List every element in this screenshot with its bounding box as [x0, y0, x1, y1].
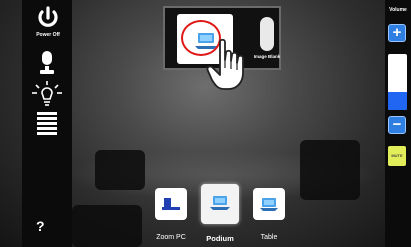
volume-up-button[interactable]: + — [388, 24, 406, 42]
source-table-button[interactable] — [253, 188, 285, 220]
source-podium-button[interactable] — [201, 184, 239, 224]
source-table-label: Table — [260, 234, 278, 241]
light-bulb-icon[interactable] — [31, 80, 63, 108]
power-off-label: Power Off — [36, 32, 60, 38]
window-shades-icon[interactable] — [37, 112, 57, 138]
zoom-pc-icon — [162, 198, 180, 210]
laptop-icon — [210, 196, 230, 210]
chair-silhouette — [72, 205, 142, 247]
left-sidebar: Power Off ? — [22, 0, 72, 247]
power-icon — [38, 6, 58, 27]
image-blank-label: Image Blank — [253, 54, 281, 59]
volume-level-fill — [388, 91, 407, 110]
power-off-button[interactable]: Power Off — [30, 6, 66, 40]
microphone-icon[interactable] — [36, 50, 58, 76]
chair-silhouette — [95, 150, 145, 190]
volume-label: Volume — [389, 7, 407, 13]
mute-button[interactable]: MUTE — [388, 146, 406, 166]
image-blank-toggle[interactable] — [260, 17, 274, 51]
source-zoom-pc-button[interactable] — [155, 188, 187, 220]
laptop-icon — [260, 198, 278, 211]
hand-pointer-icon — [206, 38, 244, 90]
volume-down-button[interactable]: − — [388, 116, 406, 134]
source-podium-label: Podium — [206, 234, 234, 243]
help-button[interactable]: ? — [36, 218, 45, 234]
volume-sidebar: Volume + − MUTE — [385, 0, 411, 247]
chair-silhouette — [300, 140, 360, 200]
volume-level-bar[interactable] — [388, 54, 407, 110]
source-zoom-pc-label: Zoom PC — [156, 234, 186, 241]
